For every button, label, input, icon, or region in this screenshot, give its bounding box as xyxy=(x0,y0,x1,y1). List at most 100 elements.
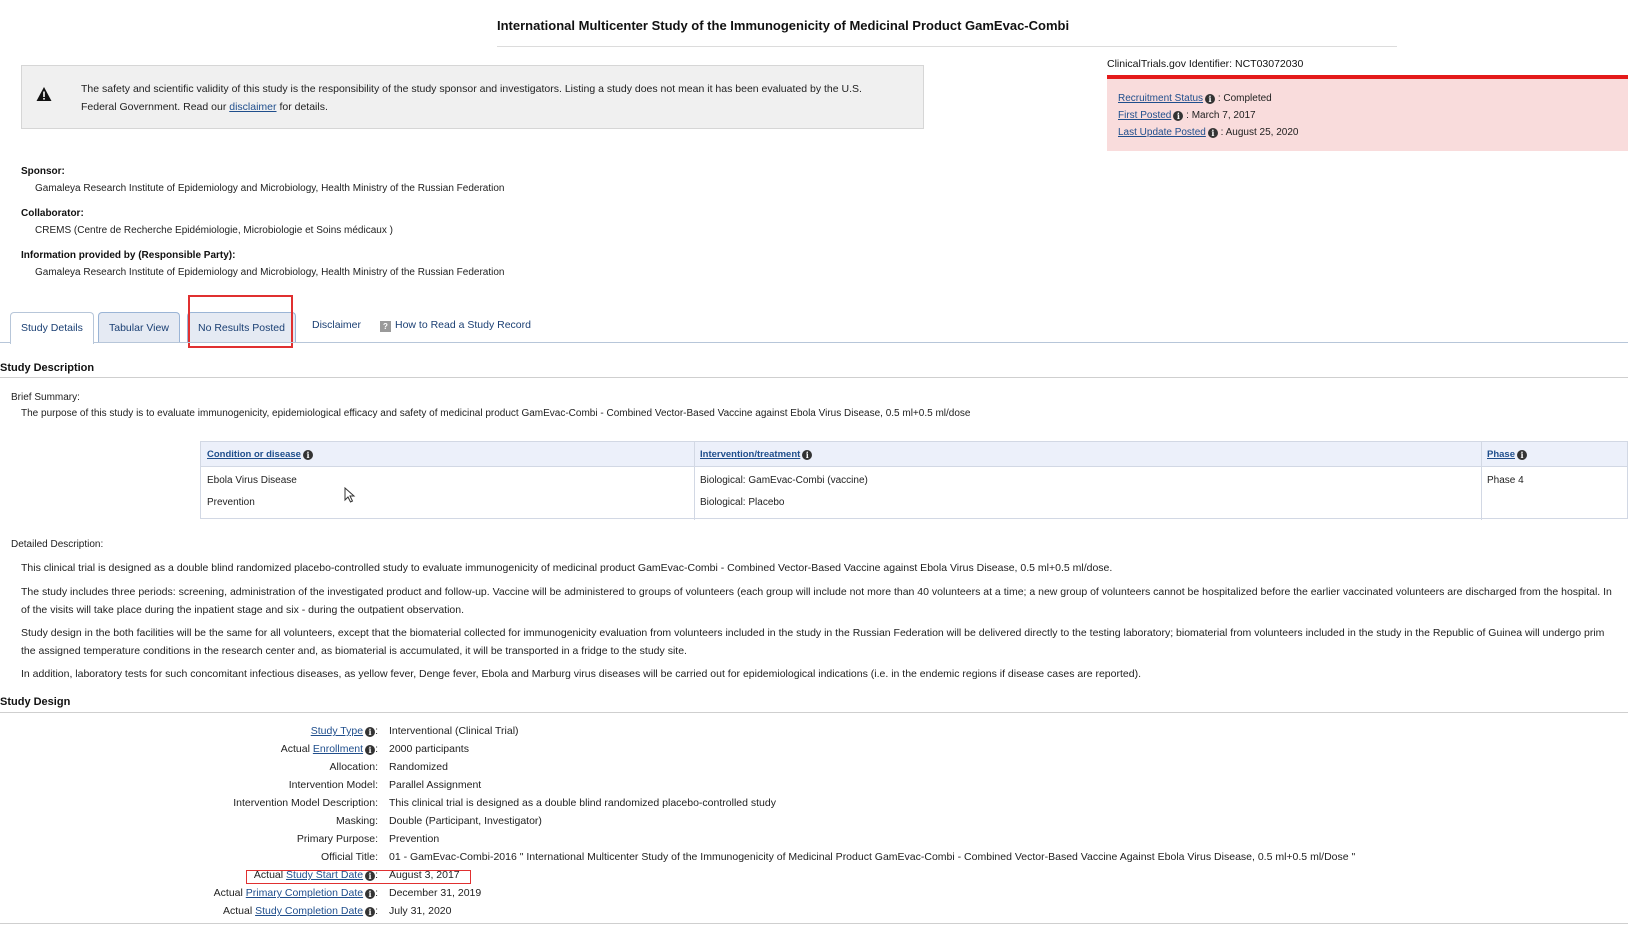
phase-header-link[interactable]: Phase xyxy=(1487,449,1515,460)
design-label-colon: : xyxy=(375,887,378,899)
design-row-value: Double (Participant, Investigator) xyxy=(389,815,542,827)
intervention-header-link[interactable]: Intervention/treatment xyxy=(700,449,800,460)
how-to-read-label: How to Read a Study Record xyxy=(395,319,531,331)
study-record-page: International Multicenter Study of the I… xyxy=(0,0,1628,931)
study-design-heading: Study Design xyxy=(0,696,71,708)
design-label-link[interactable]: Enrollment xyxy=(313,743,363,755)
disclaimer-link[interactable]: disclaimer xyxy=(229,101,276,113)
design-label-text: Allocation: xyxy=(329,761,378,773)
design-row-value: July 31, 2020 xyxy=(389,905,452,917)
responsible-party-value: Gamaleya Research Institute of Epidemiol… xyxy=(35,267,505,278)
page-title: International Multicenter Study of the I… xyxy=(497,18,1070,33)
design-label-colon: : xyxy=(375,743,378,755)
design-row-label: Primary Purpose: xyxy=(297,833,378,845)
collaborator-label: Collaborator: xyxy=(21,208,84,219)
disclaimer-line-2-end: for details. xyxy=(279,101,328,113)
info-icon[interactable]: i xyxy=(1205,94,1216,104)
design-label-link[interactable]: Study Type xyxy=(311,725,363,737)
first-posted-link[interactable]: First Posted xyxy=(1118,110,1171,121)
design-row-value: Prevention xyxy=(389,833,440,845)
disclaimer-text: The safety and scientific validity of th… xyxy=(81,80,901,116)
intervention-cell: Biological: Placebo xyxy=(700,497,785,508)
design-row-value: 2000 participants xyxy=(389,743,469,755)
design-row-label: Masking: xyxy=(336,815,378,827)
info-icon[interactable]: i xyxy=(1207,128,1218,138)
brief-summary-label: Brief Summary: xyxy=(11,392,80,403)
column-divider xyxy=(694,442,695,520)
conditions-table: Condition or disease i Intervention/treat… xyxy=(200,441,1628,520)
help-icon: ? xyxy=(380,321,391,332)
status-panel: Recruitment Status i : Completed First Po… xyxy=(1107,75,1628,151)
detailed-paragraph-3-cont: the assigned temperature conditions in t… xyxy=(21,645,687,657)
design-row-label: Official Title: xyxy=(321,851,378,863)
tab-tabular-view[interactable]: Tabular View xyxy=(98,312,180,343)
study-identifier: ClinicalTrials.gov Identifier: NCT030720… xyxy=(1107,58,1304,70)
info-icon[interactable]: i xyxy=(302,450,313,460)
design-label-colon: : xyxy=(375,725,378,737)
info-icon[interactable]: i xyxy=(365,907,376,917)
design-row-value: Interventional (Clinical Trial) xyxy=(389,725,519,737)
info-icon[interactable]: i xyxy=(365,727,376,737)
condition-header-link[interactable]: Condition or disease xyxy=(207,449,301,460)
info-icon[interactable]: i xyxy=(365,745,376,755)
conditions-table-header xyxy=(201,442,1627,467)
design-label-text: Official Title: xyxy=(321,851,378,863)
design-row-label: Intervention Model Description: xyxy=(233,797,378,809)
header-condition: Condition or disease i xyxy=(207,449,313,460)
design-row-label: Intervention Model: xyxy=(289,779,378,791)
brief-summary-text: The purpose of this study is to evaluate… xyxy=(21,408,971,419)
section-divider xyxy=(0,377,1628,378)
design-row-label: Allocation: xyxy=(330,761,378,773)
condition-cell: Prevention xyxy=(207,497,255,508)
sponsor-value: Gamaleya Research Institute of Epidemiol… xyxy=(35,183,505,194)
detailed-description-label: Detailed Description: xyxy=(11,539,104,550)
column-divider xyxy=(1481,442,1482,520)
design-row-label: Actual Study Completion Date i: xyxy=(223,905,378,917)
detailed-paragraph-3: Study design in the both facilities will… xyxy=(21,627,1605,639)
collaborator-value: CREMS (Centre de Recherche Epidémiologie… xyxy=(35,225,393,236)
warning-icon xyxy=(36,87,52,101)
last-update-link[interactable]: Last Update Posted xyxy=(1118,127,1206,138)
design-label-text: Intervention Model: xyxy=(288,779,378,791)
tab-link-how-to-read[interactable]: ? How to Read a Study Record xyxy=(380,319,531,332)
recruitment-status-row: Recruitment Status i : Completed xyxy=(1118,93,1272,104)
disclaimer-line-2: Federal Government. Read our xyxy=(81,101,227,113)
design-label-link[interactable]: Study Completion Date xyxy=(255,905,363,917)
tab-bar-divider xyxy=(0,342,1628,343)
design-row-value: 01 - GamEvac-Combi-2016 " International … xyxy=(389,851,1356,863)
info-icon[interactable]: i xyxy=(1173,111,1184,121)
recruitment-status-link[interactable]: Recruitment Status xyxy=(1118,93,1203,104)
header-intervention: Intervention/treatment i xyxy=(700,449,813,460)
title-divider xyxy=(497,46,1397,47)
info-icon[interactable]: i xyxy=(365,889,376,899)
design-row-label: Study Type i: xyxy=(311,725,378,737)
tab-link-disclaimer[interactable]: Disclaimer xyxy=(312,319,361,331)
design-label-colon: : xyxy=(375,905,378,917)
last-update-row: Last Update Posted i : August 25, 2020 xyxy=(1118,127,1298,138)
phase-cell: Phase 4 xyxy=(1487,475,1524,486)
design-row-value: This clinical trial is designed as a dou… xyxy=(389,797,776,809)
start-date-highlight-box xyxy=(246,870,471,884)
design-label-link[interactable]: Primary Completion Date xyxy=(246,887,363,899)
detailed-paragraph-4: In addition, laboratory tests for such c… xyxy=(21,668,1141,680)
design-label-text: Intervention Model Description: xyxy=(233,797,378,809)
responsible-party-label: Information provided by (Responsible Par… xyxy=(21,250,236,261)
design-row-value: Parallel Assignment xyxy=(389,779,482,791)
design-label-text: Masking: xyxy=(335,815,378,827)
info-icon[interactable]: i xyxy=(802,450,813,460)
design-row-label: Actual Enrollment i: xyxy=(281,743,378,755)
bottom-divider xyxy=(0,923,1628,924)
intervention-cell: Biological: GamEvac-Combi (vaccine) xyxy=(700,475,868,486)
tab-study-details[interactable]: Study Details xyxy=(10,312,94,344)
info-icon[interactable]: i xyxy=(1517,450,1527,460)
design-row-label: Actual Primary Completion Date i: xyxy=(214,887,378,899)
mouse-cursor-icon xyxy=(344,487,356,503)
disclaimer-line-1: The safety and scientific validity of th… xyxy=(81,83,862,95)
tab-highlight-box xyxy=(188,295,293,348)
detailed-paragraph-2: The study includes three periods: screen… xyxy=(21,586,1612,598)
detailed-paragraph-1: This clinical trial is designed as a dou… xyxy=(21,562,1113,574)
header-phase: Phase i xyxy=(1487,449,1527,460)
study-description-heading: Study Description xyxy=(0,362,95,374)
sponsor-label: Sponsor: xyxy=(21,166,65,177)
section-divider xyxy=(0,712,1628,713)
